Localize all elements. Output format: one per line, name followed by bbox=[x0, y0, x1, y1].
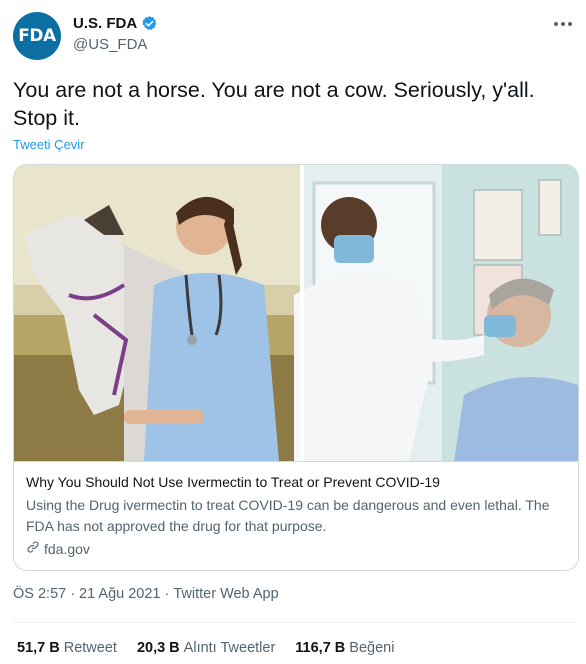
stat-number: 116,7 B bbox=[295, 640, 346, 656]
more-options-icon[interactable] bbox=[550, 14, 576, 34]
card-body: Why You Should Not Use Ivermectin to Tre… bbox=[14, 461, 578, 570]
card-title: Why You Should Not Use Ivermectin to Tre… bbox=[26, 474, 440, 490]
stat-number: 51,7 B bbox=[17, 640, 60, 656]
stat-number: 20,3 B bbox=[136, 640, 180, 656]
tweet-date[interactable]: 21 Ağu 2021 bbox=[79, 586, 160, 602]
retweet-count[interactable]: 51,7 B Retweet bbox=[17, 640, 117, 656]
translate-tweet-link[interactable]: Tweeti Çevir bbox=[13, 137, 85, 152]
like-count[interactable]: 116,7 B Beğeni bbox=[295, 640, 394, 656]
stat-label: Beğeni bbox=[349, 640, 395, 656]
tweet-time[interactable]: ÖS 2:57 bbox=[13, 586, 66, 602]
card-domain: fda.gov bbox=[26, 540, 566, 557]
divider bbox=[13, 622, 578, 623]
meta-separator: · bbox=[164, 586, 170, 602]
fda-logo-text: FDA bbox=[18, 26, 56, 46]
meta-separator: · bbox=[70, 586, 76, 602]
tweet-meta: ÖS 2:57 · 21 Ağu 2021 · Twitter Web App bbox=[13, 586, 279, 602]
user-handle[interactable]: @US_FDA bbox=[73, 36, 158, 53]
link-icon bbox=[26, 540, 40, 557]
link-card[interactable]: Why You Should Not Use Ivermectin to Tre… bbox=[13, 164, 579, 571]
verified-badge-icon bbox=[141, 15, 158, 32]
stat-label: Retweet bbox=[63, 640, 117, 656]
quote-tweet-count[interactable]: 20,3 B Alıntı Tweetler bbox=[137, 640, 275, 656]
author-block: U.S. FDA @US_FDA bbox=[73, 15, 158, 53]
tweet-text: You are not a horse. You are not a cow. … bbox=[13, 78, 535, 130]
card-domain-text: fda.gov bbox=[44, 540, 90, 557]
display-name[interactable]: U.S. FDA bbox=[73, 15, 137, 32]
stat-label: Alıntı Tweetler bbox=[183, 640, 276, 656]
card-description: Using the Drug ivermectin to treat COVID… bbox=[26, 497, 550, 534]
card-image bbox=[14, 165, 578, 461]
name-row: U.S. FDA bbox=[73, 15, 158, 32]
tweet-stats: 51,7 B Retweet 20,3 B Alıntı Tweetler 11… bbox=[17, 640, 394, 656]
tweet-source[interactable]: Twitter Web App bbox=[173, 586, 278, 602]
tweet-header: FDA U.S. FDA @US_FDA bbox=[13, 12, 576, 60]
avatar[interactable]: FDA bbox=[13, 12, 61, 60]
